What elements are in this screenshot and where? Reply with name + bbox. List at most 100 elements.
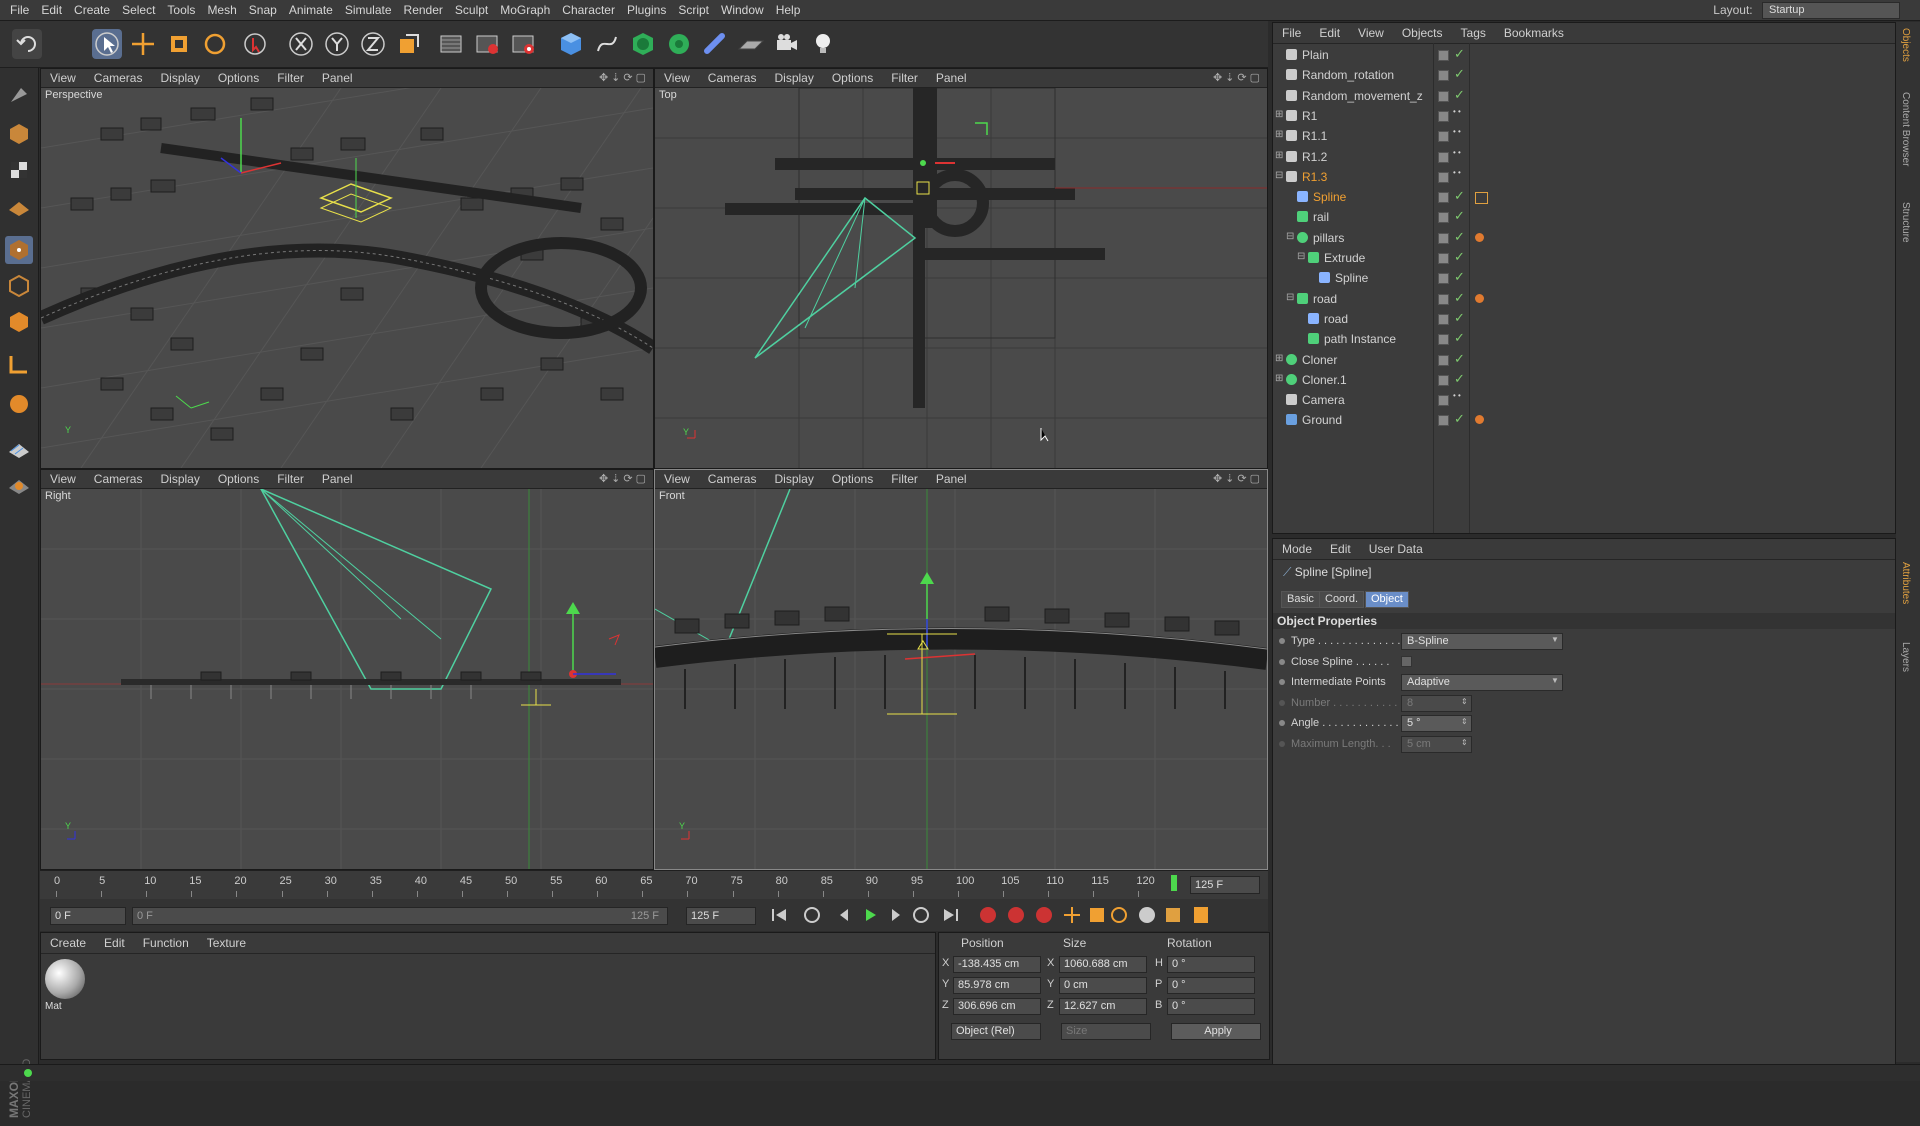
layer-checkbox[interactable] <box>1438 151 1449 163</box>
property-dropdown[interactable]: Adaptive <box>1401 674 1563 691</box>
live-selection-icon[interactable] <box>240 29 270 59</box>
texture-mode-icon[interactable] <box>5 156 33 184</box>
menu-script[interactable]: Script <box>672 0 715 20</box>
timeline-playhead[interactable] <box>1171 875 1177 891</box>
object-name[interactable]: road <box>1324 312 1348 326</box>
mat-menu-function[interactable]: Function <box>134 933 198 953</box>
enabled-check-icon[interactable]: ✓ <box>1454 371 1465 387</box>
layer-checkbox[interactable] <box>1438 273 1449 285</box>
vp-menu-filter[interactable]: Filter <box>268 69 313 87</box>
object-row[interactable]: ⊟ Extrude ✓ <box>1273 248 1895 268</box>
menu-edit[interactable]: Edit <box>35 0 68 20</box>
objmgr-menu-edit[interactable]: Edit <box>1310 23 1349 43</box>
snapping-icon[interactable] <box>5 434 33 462</box>
menu-help[interactable]: Help <box>770 0 807 20</box>
attr-menu-edit[interactable]: Edit <box>1321 539 1360 559</box>
vp-menu-cameras[interactable]: Cameras <box>85 470 152 488</box>
viewport-front[interactable]: View Cameras Display Options Filter Panel ✥⇣⟳… <box>654 469 1268 870</box>
visibility-dots-icon[interactable]: • • <box>1453 128 1461 136</box>
enabled-check-icon[interactable]: ✓ <box>1454 249 1465 265</box>
x-axis-lock-icon[interactable] <box>286 29 316 59</box>
chevron-down-icon[interactable]: ▼ <box>1551 635 1559 644</box>
viewport-perspective[interactable]: View Cameras Display Options Filter Panel ✥⇣⟳… <box>40 68 654 469</box>
vp-menu-view[interactable]: View <box>655 470 699 488</box>
vp-menu-view[interactable]: View <box>41 69 85 87</box>
camera-icon[interactable] <box>772 29 802 59</box>
vp-menu-panel[interactable]: Panel <box>313 470 362 488</box>
object-name[interactable]: road <box>1313 292 1337 306</box>
cloner-icon[interactable] <box>664 29 694 59</box>
object-row[interactable]: road ✓ <box>1273 309 1895 329</box>
vp-menu-panel[interactable]: Panel <box>927 470 976 488</box>
tag-icon[interactable] <box>1475 415 1484 425</box>
vp-menu-cameras[interactable]: Cameras <box>699 69 766 87</box>
floor-icon[interactable] <box>736 29 766 59</box>
vp-menu-view[interactable]: View <box>41 470 85 488</box>
layer-checkbox[interactable] <box>1438 334 1449 346</box>
enabled-check-icon[interactable]: ✓ <box>1454 66 1465 82</box>
position-x-field[interactable]: -138.435 cm <box>953 956 1041 973</box>
enabled-check-icon[interactable]: ✓ <box>1454 330 1465 346</box>
stepper-icon[interactable]: ⇕ <box>1461 738 1468 747</box>
menu-window[interactable]: Window <box>715 0 770 20</box>
object-row[interactable]: Camera • • <box>1273 390 1895 410</box>
select-tool-icon[interactable] <box>92 29 122 59</box>
object-name[interactable]: R1.2 <box>1302 150 1327 164</box>
vp-menu-options[interactable]: Options <box>209 69 268 87</box>
tag-icon[interactable] <box>1475 192 1488 205</box>
menu-file[interactable]: File <box>4 0 35 20</box>
animation-dot-icon[interactable] <box>1279 699 1285 706</box>
layer-checkbox[interactable] <box>1438 110 1449 122</box>
mat-menu-edit[interactable]: Edit <box>95 933 134 953</box>
vp-menu-display[interactable]: Display <box>765 69 822 87</box>
vp-menu-filter[interactable]: Filter <box>882 470 927 488</box>
visibility-dots-icon[interactable]: • • <box>1453 148 1461 157</box>
enabled-check-icon[interactable]: ✓ <box>1454 87 1465 103</box>
expand-toggle-icon[interactable]: ⊞ <box>1275 129 1283 140</box>
viewport-nav-icons[interactable]: ✥⇣⟳▢ <box>1213 71 1263 84</box>
axis-mode-icon[interactable] <box>5 350 33 378</box>
object-name[interactable]: Plain <box>1302 48 1329 62</box>
animation-dot-icon[interactable] <box>1279 740 1285 747</box>
polygons-mode-icon[interactable] <box>5 308 33 336</box>
expand-toggle-icon[interactable]: ⊞ <box>1275 373 1283 384</box>
object-row[interactable]: Ground ✓ <box>1273 410 1895 430</box>
vp-menu-cameras[interactable]: Cameras <box>85 69 152 87</box>
object-name[interactable]: R1.1 <box>1302 129 1327 143</box>
position-z-field[interactable]: 306.696 cm <box>953 998 1041 1015</box>
undo-icon[interactable] <box>12 29 42 59</box>
objmgr-menu-file[interactable]: File <box>1273 23 1310 43</box>
side-tab-objects[interactable]: Objects <box>1900 28 1911 62</box>
timeline-ruler[interactable]: 0 5 10 15 20 25 30 35 40 45 50 55 60 65 70 75 80 85 90 95 10… <box>40 870 1268 899</box>
animation-dot-icon[interactable] <box>1279 679 1285 685</box>
viewport-nav-icons[interactable]: ✥⇣⟳▢ <box>599 472 649 485</box>
tag-icon[interactable] <box>1475 293 1484 303</box>
preview-range-slider[interactable]: 0 F 125 F <box>132 907 668 925</box>
expand-toggle-icon[interactable]: ⊟ <box>1286 231 1294 242</box>
tweak-mode-icon[interactable] <box>5 390 33 418</box>
object-name[interactable]: Cloner.1 <box>1302 373 1347 387</box>
enabled-check-icon[interactable]: ✓ <box>1454 269 1465 285</box>
object-name[interactable]: R1 <box>1302 109 1317 123</box>
vp-menu-panel[interactable]: Panel <box>313 69 362 87</box>
objmgr-menu-bookmarks[interactable]: Bookmarks <box>1495 23 1573 43</box>
layer-checkbox[interactable] <box>1438 90 1449 102</box>
tag-icon[interactable] <box>1475 232 1484 242</box>
menu-mesh[interactable]: Mesh <box>201 0 242 20</box>
menu-tools[interactable]: Tools <box>161 0 201 20</box>
object-row[interactable]: Plain ✓ <box>1273 45 1895 65</box>
object-row[interactable]: rail ✓ <box>1273 207 1895 227</box>
menu-character[interactable]: Character <box>556 0 621 20</box>
object-row[interactable]: Spline ✓ <box>1273 268 1895 288</box>
side-tab-layers[interactable]: Layers <box>1900 642 1911 672</box>
size-y-field[interactable]: 0 cm <box>1059 977 1147 994</box>
mat-menu-create[interactable]: Create <box>41 933 95 953</box>
coordinate-system-icon[interactable] <box>394 29 424 59</box>
viewport-nav-icons[interactable]: ✥⇣⟳▢ <box>1213 472 1263 485</box>
animation-dot-icon[interactable] <box>1279 720 1285 726</box>
side-tab-structure[interactable]: Structure <box>1900 202 1911 243</box>
pen-spline-icon[interactable] <box>592 29 622 59</box>
enabled-check-icon[interactable]: ✓ <box>1454 188 1465 204</box>
y-axis-lock-icon[interactable] <box>322 29 352 59</box>
visibility-dots-icon[interactable]: • • <box>1453 392 1461 400</box>
